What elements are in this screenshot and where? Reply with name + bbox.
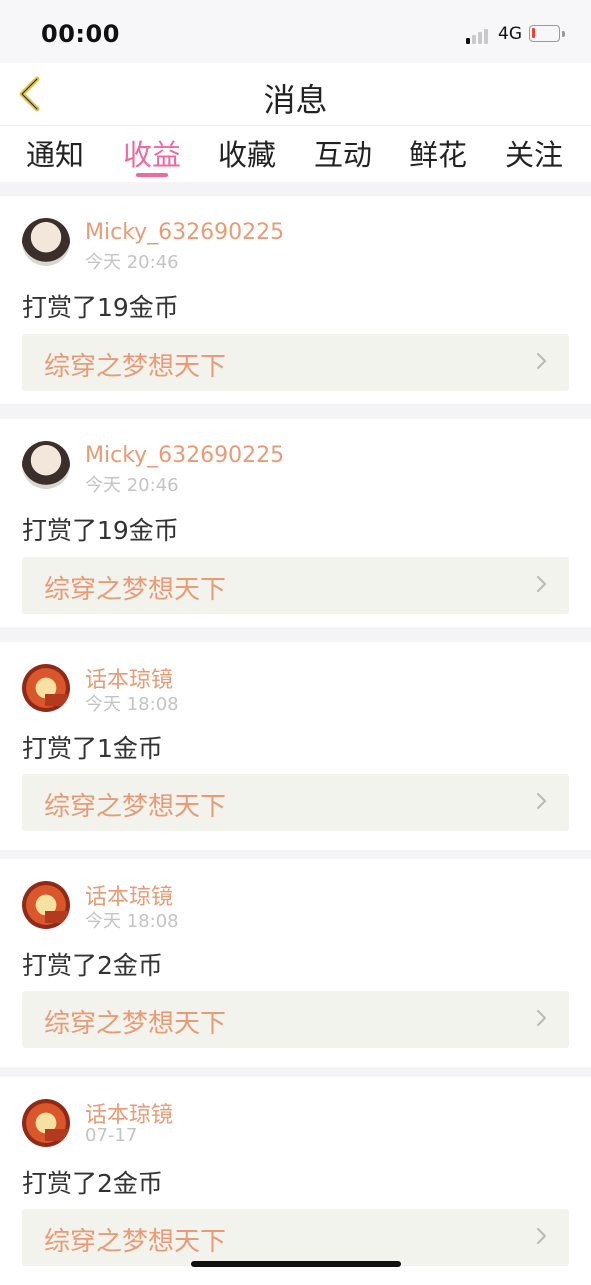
tab-following[interactable]: 关注 [494,132,574,174]
user-avatar[interactable] [22,218,70,266]
message-card: 话本琼镜 今天 18:08 打赏了1金币 综穿之梦想天下 [0,642,591,850]
user-avatar[interactable] [22,441,70,489]
tab-earnings[interactable]: 收益 [112,132,192,174]
user-avatar[interactable] [22,1099,70,1147]
username[interactable]: Micky_632690225 [85,443,284,468]
avatar-badge [45,1129,69,1141]
battery-icon [529,25,560,42]
message-tabs: 通知 收益 收藏 互动 鲜花 关注 [0,125,591,182]
message-card: 话本琼镜 今天 18:08 打赏了2金币 综穿之梦想天下 [0,859,591,1067]
story-title: 综穿之梦想天下 [44,1227,227,1257]
message-time: 今天 20:46 [85,252,179,273]
tab-favorites[interactable]: 收藏 [207,132,287,174]
page-title: 消息 [263,81,328,119]
user-avatar[interactable] [22,881,70,929]
reward-message: 打赏了19金币 [22,293,179,322]
reward-message: 打赏了2金币 [22,951,163,980]
story-link[interactable]: 综穿之梦想天下 [22,334,569,391]
chevron-right-icon [537,1010,546,1026]
story-link[interactable]: 综穿之梦想天下 [22,774,569,831]
story-title: 综穿之梦想天下 [44,792,227,822]
story-title: 综穿之梦想天下 [44,352,227,382]
story-link[interactable]: 综穿之梦想天下 [22,991,569,1048]
user-avatar[interactable] [22,664,70,712]
avatar-badge [45,911,69,923]
message-card: Micky_632690225 今天 20:46 打赏了19金币 综穿之梦想天下 [0,419,591,627]
reward-message: 打赏了19金币 [22,516,179,545]
reward-message: 打赏了1金币 [22,734,163,763]
signal-strength-icon [466,26,492,44]
status-bar: 00:00 4G [0,0,591,63]
battery-level [532,28,535,38]
tab-notifications[interactable]: 通知 [15,132,95,174]
username[interactable]: Micky_632690225 [85,220,284,245]
network-type: 4G [498,24,522,44]
chevron-right-icon [537,353,546,369]
message-time: 今天 18:08 [85,911,179,932]
message-time: 今天 20:46 [85,475,179,496]
chevron-right-icon [537,793,546,809]
message-time: 07-17 [85,1125,138,1146]
navigation-bar: 消息 [0,63,591,125]
avatar-badge [45,694,69,706]
story-title: 综穿之梦想天下 [44,1009,227,1039]
message-card: Micky_632690225 今天 20:46 打赏了19金币 综穿之梦想天下 [0,196,591,404]
story-title: 综穿之梦想天下 [44,575,227,605]
story-link[interactable]: 综穿之梦想天下 [22,557,569,614]
active-tab-indicator [136,173,168,177]
home-indicator[interactable] [191,1261,401,1267]
tab-interactions[interactable]: 互动 [303,132,383,174]
story-link[interactable]: 综穿之梦想天下 [22,1209,569,1266]
message-card: 话本琼镜 07-17 打赏了2金币 综穿之梦想天下 [0,1077,591,1285]
reward-message: 打赏了2金币 [22,1169,163,1198]
battery-tip [562,31,565,37]
tab-flowers[interactable]: 鲜花 [398,132,478,174]
chevron-right-icon [537,1228,546,1244]
message-time: 今天 18:08 [85,694,179,715]
status-time: 00:00 [41,20,120,48]
chevron-right-icon [537,576,546,592]
